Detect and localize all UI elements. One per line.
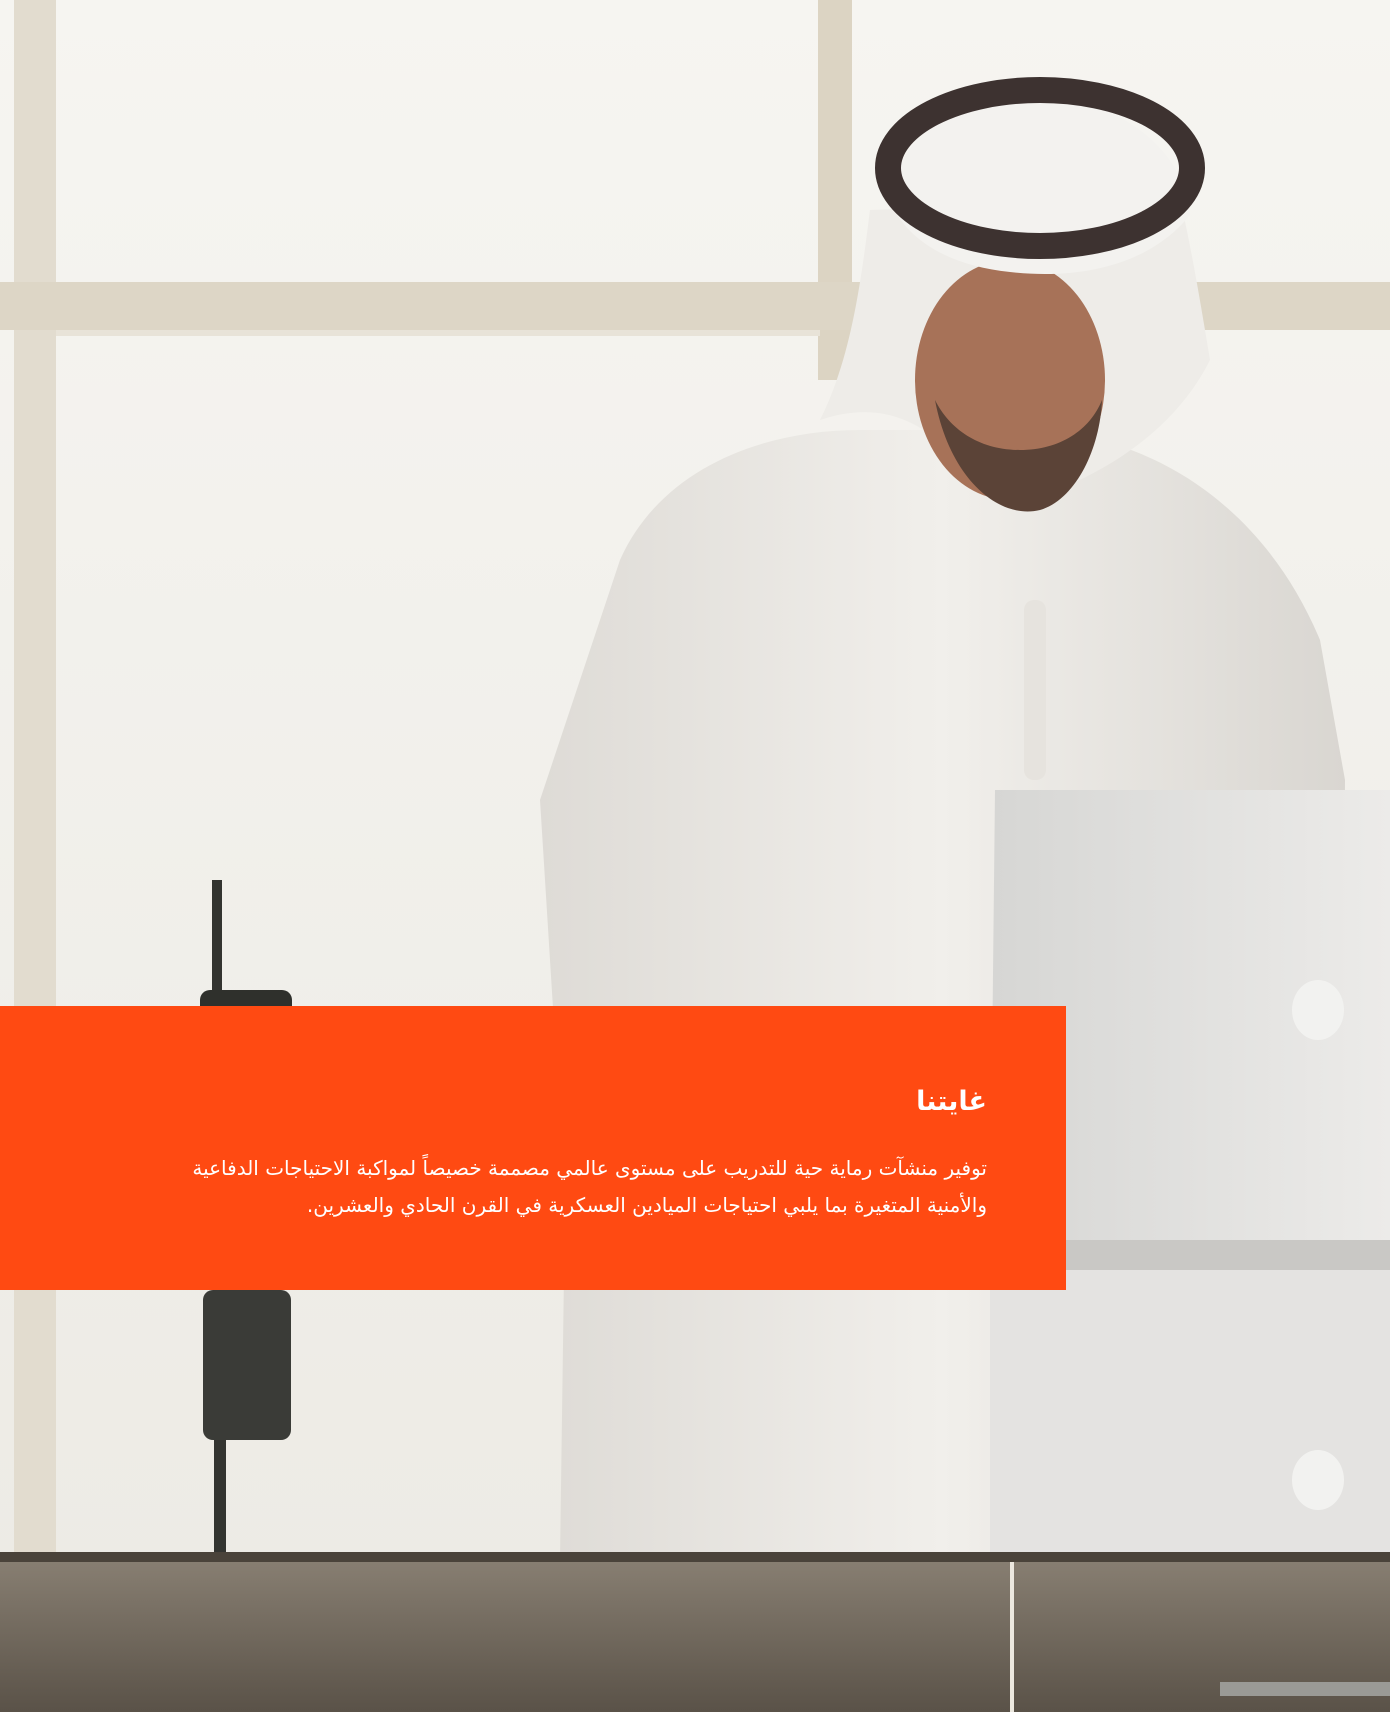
mission-card: غايتنا توفير منشآت رماية حية للتدريب على… (0, 1006, 1066, 1290)
mission-text-line: والأمنية المتغيرة بما يلبي احتياجات المي… (306, 1193, 987, 1217)
photo-man-at-laptop-icon (0, 0, 1390, 1712)
hero-photo (0, 0, 1390, 1712)
page: غايتنا توفير منشآت رماية حية للتدريب على… (0, 0, 1390, 1712)
mission-title: غايتنا (916, 1086, 987, 1117)
mission-text-line: توفير منشآت رماية حية للتدريب على مستوى … (192, 1156, 987, 1180)
mission-text: توفير منشآت رماية حية للتدريب على مستوى … (0, 1150, 987, 1224)
